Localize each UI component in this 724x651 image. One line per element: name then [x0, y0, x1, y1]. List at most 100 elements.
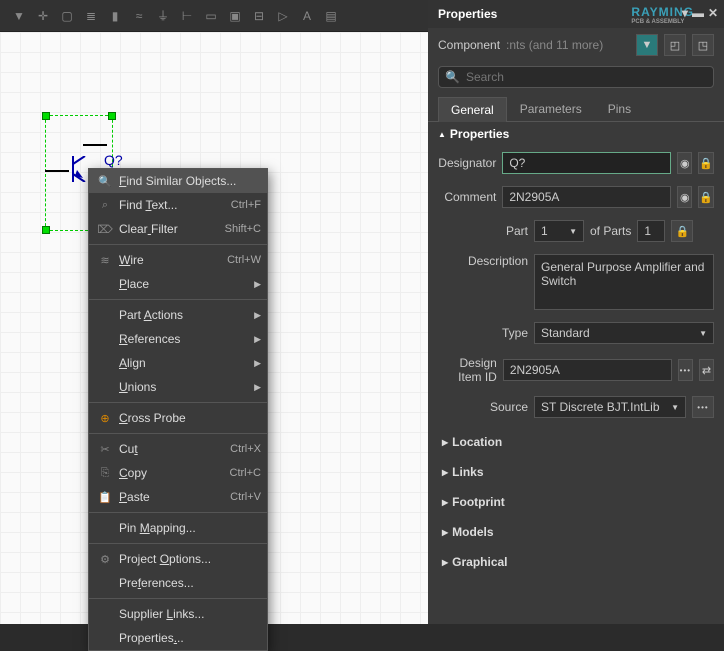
- menu-shortcut: Ctrl+W: [227, 254, 261, 266]
- menu-label: Project Options...: [115, 552, 261, 566]
- menu-properties[interactable]: Properties...: [89, 626, 267, 650]
- source-select[interactable]: ST Discrete BJT.IntLib▼: [534, 396, 686, 418]
- menu-unions[interactable]: Unions▶: [89, 375, 267, 399]
- menu-shortcut: Ctrl+V: [230, 491, 261, 503]
- note-tool[interactable]: ▣: [224, 5, 246, 27]
- tabs: GeneralParametersPins: [428, 96, 724, 122]
- part-select[interactable]: 1▼: [534, 220, 584, 242]
- menu-shortcut: Ctrl+X: [230, 443, 261, 455]
- menu-copy[interactable]: ⎘CopyCtrl+C: [89, 461, 267, 485]
- filter-button[interactable]: ▼: [636, 34, 658, 56]
- tab-parameters[interactable]: Parameters: [507, 96, 595, 121]
- search-box[interactable]: 🔍: [438, 66, 714, 88]
- text-tool[interactable]: A: [296, 5, 318, 27]
- menu-cut[interactable]: ✂CutCtrl+X: [89, 437, 267, 461]
- menu-references[interactable]: References▶: [89, 327, 267, 351]
- menu-label: Find Similar Objects...: [115, 174, 261, 188]
- field-label: Description: [438, 254, 528, 268]
- close-icon[interactable]: ✕: [708, 6, 718, 20]
- wave-tool[interactable]: ≈: [128, 5, 150, 27]
- menu-label: Align: [115, 356, 254, 370]
- menu-wire[interactable]: ≋WireCtrl+W: [89, 248, 267, 272]
- menu-shortcut: Ctrl+F: [231, 199, 261, 211]
- menu-separator: [89, 299, 267, 300]
- submenu-arrow: ▶: [254, 310, 261, 321]
- filter-tool[interactable]: ▼: [8, 5, 30, 27]
- mode1-button[interactable]: ◰: [664, 34, 686, 56]
- menu-label: Pin Mapping...: [115, 521, 261, 535]
- dimension-tool[interactable]: ⊢: [176, 5, 198, 27]
- menu-label: Supplier Links...: [115, 607, 261, 621]
- crosshair-tool[interactable]: ✛: [32, 5, 54, 27]
- design-item-input[interactable]: [503, 359, 672, 381]
- section-footprint[interactable]: ▶Footprint: [428, 490, 724, 514]
- menu-icon: ⌦: [95, 223, 115, 236]
- menu-label: Clear Filter: [115, 222, 225, 236]
- dropdown-icon[interactable]: ▾: [682, 6, 688, 20]
- menu-label: References: [115, 332, 254, 346]
- dash-tool[interactable]: ⊟: [248, 5, 270, 27]
- menu-separator: [89, 598, 267, 599]
- menu-clear-filter[interactable]: ⌦Clear FilterShift+C: [89, 217, 267, 241]
- browse-button[interactable]: [692, 396, 714, 418]
- description-text[interactable]: General Purpose Amplifier and Switch: [534, 254, 714, 310]
- align-left-tool[interactable]: ≣: [80, 5, 102, 27]
- expand-icon: ▶: [442, 438, 448, 447]
- section-location[interactable]: ▶Location: [428, 430, 724, 454]
- menu-label: Find Text...: [115, 198, 231, 212]
- section-models[interactable]: ▶Models: [428, 520, 724, 544]
- menu-label: Properties...: [115, 631, 261, 645]
- designator-input[interactable]: [502, 152, 671, 174]
- search-icon: 🔍: [445, 70, 460, 84]
- field-label: Comment: [438, 190, 496, 204]
- menu-cross-probe[interactable]: ⊕Cross Probe: [89, 406, 267, 430]
- resize-handle[interactable]: [42, 226, 50, 234]
- menu-label: Unions: [115, 380, 254, 394]
- netlabel-tool[interactable]: ▭: [200, 5, 222, 27]
- browse-button[interactable]: [678, 359, 693, 381]
- transistor-symbol-icon: [69, 156, 89, 182]
- sheet-tool[interactable]: ▤: [320, 5, 342, 27]
- menu-separator: [89, 512, 267, 513]
- visibility-button[interactable]: ◉: [677, 186, 692, 208]
- tab-pins[interactable]: Pins: [595, 96, 644, 121]
- select-box-tool[interactable]: ▢: [56, 5, 78, 27]
- search-input[interactable]: [466, 70, 707, 84]
- menu-project-options[interactable]: ⚙Project Options...: [89, 547, 267, 571]
- comment-input[interactable]: [502, 186, 671, 208]
- menu-part-actions[interactable]: Part Actions▶: [89, 303, 267, 327]
- lock-button[interactable]: 🔒: [698, 186, 714, 208]
- lock-button[interactable]: 🔒: [698, 152, 714, 174]
- menu-icon: ✂: [95, 443, 115, 456]
- mode2-button[interactable]: ◳: [692, 34, 714, 56]
- resize-handle[interactable]: [42, 112, 50, 120]
- ground-tool[interactable]: ⏚: [152, 5, 174, 27]
- menu-place[interactable]: Place▶: [89, 272, 267, 296]
- type-select[interactable]: Standard▼: [534, 322, 714, 344]
- menu-find-similar-objects[interactable]: 🔍Find Similar Objects...: [89, 169, 267, 193]
- section-properties[interactable]: ▲Properties: [428, 122, 724, 146]
- section-graphical[interactable]: ▶Graphical: [428, 550, 724, 574]
- component-label: Component: [438, 38, 500, 52]
- port-tool[interactable]: ▷: [272, 5, 294, 27]
- section-links[interactable]: ▶Links: [428, 460, 724, 484]
- designator-label[interactable]: Q?: [104, 152, 123, 168]
- of-parts-input[interactable]: [637, 220, 665, 242]
- menu-supplier-links[interactable]: Supplier Links...: [89, 602, 267, 626]
- menu-shortcut: Ctrl+C: [230, 467, 261, 479]
- visibility-button[interactable]: ◉: [677, 152, 692, 174]
- lock-button[interactable]: 🔒: [671, 220, 693, 242]
- panel-controls: ▾ ▬ ✕: [682, 6, 718, 20]
- menu-paste[interactable]: 📋PasteCtrl+V: [89, 485, 267, 509]
- resize-handle[interactable]: [108, 112, 116, 120]
- expand-icon: ▶: [442, 498, 448, 507]
- menu-align[interactable]: Align▶: [89, 351, 267, 375]
- menu-label: Paste: [115, 490, 230, 504]
- menu-preferences[interactable]: Preferences...: [89, 571, 267, 595]
- menu-find-text[interactable]: ⌕Find Text...Ctrl+F: [89, 193, 267, 217]
- swap-button[interactable]: ⇄: [699, 359, 714, 381]
- tab-general[interactable]: General: [438, 97, 507, 122]
- menu-pin-mapping[interactable]: Pin Mapping...: [89, 516, 267, 540]
- minimize-icon[interactable]: ▬: [692, 6, 704, 20]
- highlight-tool[interactable]: ▮: [104, 5, 126, 27]
